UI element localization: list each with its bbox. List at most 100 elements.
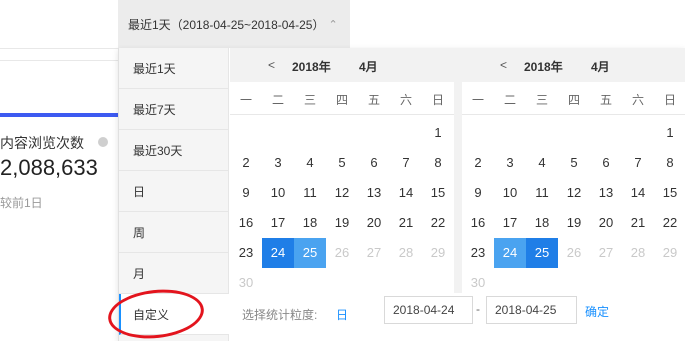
weekday-label: 二	[271, 93, 284, 107]
day-cell[interactable]: 4	[294, 148, 326, 178]
day-cell[interactable]: 23	[230, 238, 262, 268]
day-cell[interactable]: 4	[526, 148, 558, 178]
confirm-button[interactable]: 确定	[585, 303, 609, 320]
day-cell[interactable]: 25	[526, 238, 558, 268]
weekday-label: 五	[599, 93, 612, 107]
day-cell[interactable]: 8	[654, 148, 685, 178]
chevron-up-icon: ⌃	[328, 18, 338, 31]
weekday-label: 四	[567, 93, 580, 107]
day-cell[interactable]: 14	[622, 178, 654, 208]
preset-item[interactable]: 周	[119, 212, 229, 253]
preset-item[interactable]: 最近7天	[119, 89, 229, 130]
weekday-label: 三	[535, 93, 548, 107]
day-cell[interactable]: 18	[526, 208, 558, 238]
date-separator: -	[476, 302, 480, 316]
preset-item[interactable]: 最近30天	[119, 130, 229, 171]
day-cell[interactable]: 10	[262, 178, 294, 208]
day-cell[interactable]: 11	[526, 178, 558, 208]
day-cell[interactable]: 13	[590, 178, 622, 208]
calendar-right: < 2018年 4月 一二三四五六日 1 2 3 4 5 6 7 8 9 10 11 12 13 14 15 1…	[462, 48, 685, 293]
preset-item[interactable]: 自定义	[119, 294, 229, 335]
info-icon[interactable]	[98, 137, 108, 147]
preset-item[interactable]: 日	[119, 171, 229, 212]
weekday-divider	[462, 114, 685, 115]
day-cell[interactable]: 2	[462, 148, 494, 178]
day-cell[interactable]: 3	[494, 148, 526, 178]
weekday-label: 六	[399, 93, 412, 107]
day-cell[interactable]: 21	[390, 208, 422, 238]
day-cell: 26	[334, 245, 350, 260]
day-cell: 28	[398, 245, 414, 260]
day-cell: 29	[430, 245, 446, 260]
day-cell[interactable]: 16	[462, 208, 494, 238]
day-cell[interactable]: 19	[326, 208, 358, 238]
prev-month-icon[interactable]: <	[500, 58, 507, 72]
day-cell[interactable]: 22	[654, 208, 685, 238]
preset-item[interactable]: 月	[119, 253, 229, 294]
day-cell: 26	[566, 245, 582, 260]
weekday-label: 日	[431, 93, 444, 107]
day-cell[interactable]: 23	[462, 238, 494, 268]
calendar-year: 2018年	[524, 60, 563, 74]
day-cell[interactable]: 25	[294, 238, 326, 268]
weekday-label: 一	[471, 93, 484, 107]
calendar-header: < 2018年 4月	[462, 48, 685, 82]
day-cell[interactable]: 13	[358, 178, 390, 208]
day-cell[interactable]: 14	[390, 178, 422, 208]
day-cell[interactable]: 1	[654, 118, 685, 148]
date-range-trigger[interactable]: 最近1天（2018-04-25~2018-04-25） ⌃	[118, 0, 350, 48]
day-cell: 27	[598, 245, 614, 260]
day-cell[interactable]: 12	[326, 178, 358, 208]
day-cell[interactable]: 24	[262, 238, 294, 268]
day-cell[interactable]: 3	[262, 148, 294, 178]
day-cell[interactable]: 2	[230, 148, 262, 178]
day-cell[interactable]: 15	[654, 178, 685, 208]
weekday-label: 二	[503, 93, 516, 107]
preset-item[interactable]: 最近1天	[119, 48, 229, 89]
granularity-value[interactable]: 日	[336, 306, 348, 323]
prev-month-icon[interactable]: <	[268, 58, 275, 72]
day-cell[interactable]: 6	[358, 148, 390, 178]
day-cell[interactable]: 9	[230, 178, 262, 208]
day-cell: 29	[662, 245, 678, 260]
metric-compare: 较前1日	[0, 196, 43, 210]
day-cell[interactable]: 16	[230, 208, 262, 238]
day-cell[interactable]: 17	[494, 208, 526, 238]
day-cell[interactable]: 6	[590, 148, 622, 178]
date-picker-panel: 最近1天 最近7天 最近30天日周月自定义 < 2018年 4月 一二三四五六日12…	[118, 48, 685, 341]
day-cell[interactable]: 20	[590, 208, 622, 238]
day-cell[interactable]: 11	[294, 178, 326, 208]
calendar-month: 4月	[591, 60, 610, 74]
calendar-left: < 2018年 4月 一二三四五六日 1 2 3 4 5 6 7 8 9 10 11 12 13 14 15 1…	[230, 48, 454, 293]
start-date-input[interactable]	[384, 296, 473, 324]
day-cell[interactable]: 10	[494, 178, 526, 208]
day-cell[interactable]: 1	[422, 118, 454, 148]
weekday-label: 四	[335, 93, 348, 107]
end-date-input[interactable]	[486, 296, 577, 324]
day-cell[interactable]: 21	[622, 208, 654, 238]
day-cell[interactable]: 17	[262, 208, 294, 238]
day-cell[interactable]: 7	[622, 148, 654, 178]
day-cell[interactable]: 19	[558, 208, 590, 238]
day-cell[interactable]: 24	[494, 238, 526, 268]
day-cell: 27	[366, 245, 382, 260]
day-cell[interactable]: 20	[358, 208, 390, 238]
metric-card: 内容浏览次数 2,088,633 较前1日	[0, 60, 118, 341]
day-cell[interactable]: 9	[462, 178, 494, 208]
weekday-label: 三	[303, 93, 316, 107]
weekday-divider	[230, 114, 454, 115]
weekday-label: 一	[239, 93, 252, 107]
day-cell[interactable]: 15	[422, 178, 454, 208]
day-cell[interactable]: 22	[422, 208, 454, 238]
day-cell[interactable]: 18	[294, 208, 326, 238]
weekday-label: 五	[367, 93, 380, 107]
date-range-label: 最近1天（2018-04-25~2018-04-25）	[128, 17, 325, 32]
metric-accent-bar	[0, 113, 118, 117]
day-cell[interactable]: 5	[326, 148, 358, 178]
day-cell[interactable]: 5	[558, 148, 590, 178]
calendar-gap	[454, 48, 462, 293]
day-cell[interactable]: 8	[422, 148, 454, 178]
preset-sidebar: 最近1天 最近7天 最近30天日周月自定义	[119, 48, 229, 341]
day-cell[interactable]: 12	[558, 178, 590, 208]
day-cell[interactable]: 7	[390, 148, 422, 178]
